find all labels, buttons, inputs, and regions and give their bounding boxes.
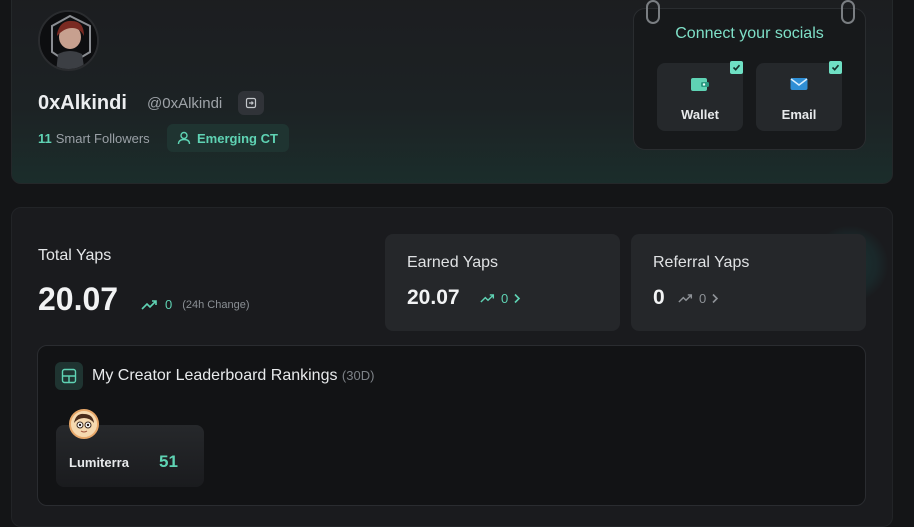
total-yaps-change-note: (24h Change) (182, 298, 250, 311)
smart-followers-label: Smart Followers (55, 131, 150, 146)
chevron-right-icon (514, 293, 521, 304)
binder-ring-right (841, 0, 855, 24)
email-icon (790, 78, 808, 90)
logout-button[interactable] (238, 91, 264, 115)
trend-up-icon (480, 294, 495, 303)
profile-display-name: 0xAlkindi (38, 92, 127, 114)
status-badge-label: Emerging CT (197, 130, 278, 146)
referral-yaps-change-value: 0 (699, 291, 707, 306)
leaderboard-title-text: My Creator Leaderboard Rankings (92, 367, 338, 384)
smart-followers: 11 Smart Followers (38, 131, 150, 146)
profile-handle: @0xAlkindi (147, 95, 223, 112)
referral-yaps-card[interactable]: Referral Yaps 0 0 (631, 234, 866, 331)
total-yaps-value: 20.07 (38, 281, 119, 317)
connect-socials-title: Connect your socials (675, 25, 824, 42)
trend-up-icon (141, 299, 157, 310)
lumiterra-logo-icon (71, 411, 97, 437)
ranking-project-name: Lumiterra (69, 455, 129, 470)
project-avatar (69, 409, 99, 439)
wallet-button[interactable]: Wallet (657, 61, 743, 131)
earned-yaps-card[interactable]: Earned Yaps 20.07 0 (385, 234, 620, 331)
connected-check-icon (730, 61, 743, 74)
earned-yaps-label: Earned Yaps (407, 254, 499, 271)
earned-yaps-value: 20.07 (407, 286, 460, 309)
total-yaps-change-value: 0 (165, 297, 173, 312)
email-button[interactable]: Email (756, 61, 842, 131)
email-label: Email (781, 107, 817, 122)
connect-socials-card: Connect your socials Wallet Email (633, 0, 866, 150)
earned-yaps-change: 0 (480, 291, 521, 306)
chevron-right-icon (712, 293, 719, 304)
leaderboard-period: (30D) (341, 368, 375, 383)
earned-yaps-change-value: 0 (501, 291, 509, 306)
referral-yaps-label: Referral Yaps (653, 254, 750, 271)
wallet-icon (691, 78, 709, 91)
layout-grid-icon (61, 368, 77, 384)
binder-ring-left (646, 0, 660, 24)
wallet-label: Wallet (681, 107, 719, 122)
leaderboard-title: My Creator Leaderboard Rankings (30D) (92, 367, 374, 385)
connected-check-icon (829, 61, 842, 74)
logout-icon (245, 97, 257, 109)
referral-yaps-change: 0 (678, 291, 719, 306)
ranking-position: 51 (159, 452, 178, 471)
status-badge: Emerging CT (167, 124, 289, 152)
user-icon (177, 131, 191, 145)
trend-up-icon (678, 294, 693, 303)
referral-yaps-value: 0 (653, 286, 665, 309)
smart-followers-count: 11 (38, 131, 52, 146)
total-yaps-label: Total Yaps (38, 247, 112, 264)
total-yaps-change: 0 (24h Change) (141, 297, 250, 312)
avatar[interactable] (38, 10, 99, 71)
leaderboard-icon-wrap (55, 362, 83, 390)
